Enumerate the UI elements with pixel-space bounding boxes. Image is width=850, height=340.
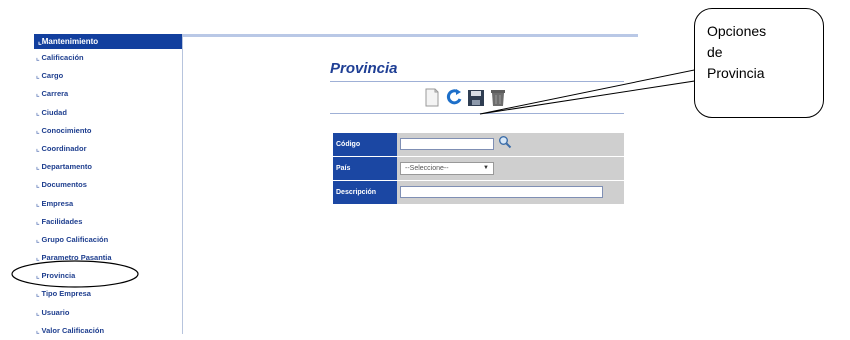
callout-line: Provincia [707,65,765,81]
highlight-ellipse [11,260,139,288]
callout-line: Opciones [707,23,767,39]
callout-pointer [479,67,705,115]
callout-line: de [707,44,723,60]
callout-box: Opciones de Provincia [694,8,824,118]
